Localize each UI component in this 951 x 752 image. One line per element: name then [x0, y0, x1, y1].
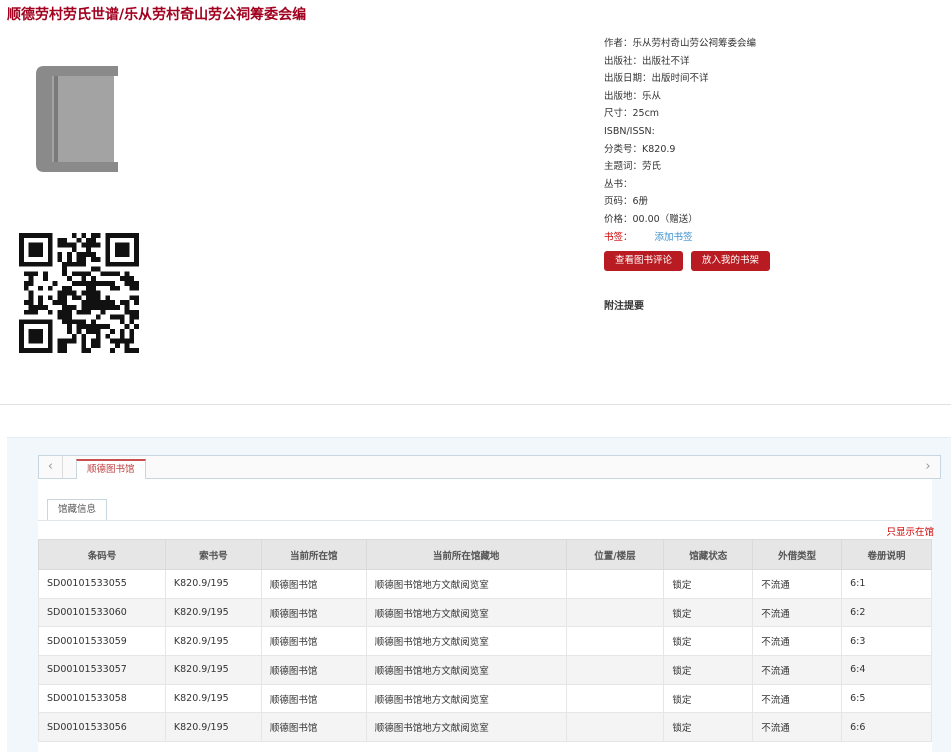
table-cell: 锁定 — [663, 626, 754, 657]
table-cell: 锁定 — [663, 683, 754, 714]
book-title: 顺德劳村劳氏世谱 — [7, 7, 119, 23]
table-cell: SD00101533060 — [38, 597, 166, 628]
table-cell: K820.9/195 — [164, 655, 262, 685]
table-cell: 不流通 — [752, 655, 843, 685]
table-cell: 6:6 — [841, 712, 932, 743]
table-cell — [565, 712, 665, 743]
column-header: 当前所在馆 — [260, 539, 367, 570]
table-row: SD00101533056 K820.9/195 顺德图书馆 顺德图书馆地方文献阅览室… — [38, 712, 932, 743]
tab-library[interactable]: 顺德图书馆 — [76, 459, 146, 479]
table-row: SD00101533058 K820.9/195 顺德图书馆 顺德图书馆地方文献阅览室… — [38, 683, 932, 714]
table-cell: SD00101533057 — [38, 655, 166, 685]
meta-bookmark: 书签： 添加书签 — [604, 229, 944, 247]
book-metadata: 作者：乐从劳村奇山劳公祠筹委会编 出版社：出版社不详 出版日期：出版时间不详 出… — [604, 35, 944, 312]
table-cell: 顺德图书馆 — [260, 655, 367, 685]
table-cell: 锁定 — [663, 712, 754, 743]
table-header-row: 条码号 索书号 当前所在馆 当前所在馆藏地 位置/楼层 馆藏状态 外借类型 卷册说明 — [38, 539, 932, 570]
table-row: SD00101533060 K820.9/195 顺德图书馆 顺德图书馆地方文献阅览室… — [38, 597, 932, 628]
table-cell — [565, 626, 665, 657]
table-cell: 顺德图书馆 — [260, 569, 367, 599]
meta-author: 作者：乐从劳村奇山劳公祠筹委会编 — [604, 38, 757, 49]
meta-price: 价格：00.00（赠送） — [604, 213, 698, 225]
table-cell: 顺德图书馆地方文献阅览室 — [365, 655, 567, 685]
book-icon — [36, 66, 118, 172]
column-header: 当前所在馆藏地 — [365, 539, 567, 570]
table-cell: 顺德图书馆 — [260, 626, 367, 657]
table-cell: 6:2 — [841, 597, 932, 628]
table-cell: SD00101533058 — [38, 683, 166, 714]
table-cell — [565, 655, 665, 685]
meta-subject: 主题词：劳氏 — [604, 161, 662, 173]
column-header: 卷册说明 — [841, 539, 932, 570]
page-title: 顺德劳村劳氏世谱/乐从劳村奇山劳公祠筹委会编 — [7, 4, 306, 24]
table-cell: K820.9/195 — [164, 626, 262, 657]
meta-series: 丛书： — [604, 178, 633, 190]
bookmark-label: 书签： — [604, 231, 633, 243]
table-cell: 不流通 — [752, 712, 843, 743]
holdings-content: 馆藏信息 只显示在馆 条码号 索书号 当前所在馆 当前所在馆藏地 位置/楼层 馆藏状态 外借… — [38, 479, 934, 752]
table-cell: K820.9/195 — [164, 683, 262, 714]
meta-pubdate: 出版日期：出版时间不详 — [604, 73, 709, 85]
table-cell: SD00101533055 — [38, 569, 166, 599]
column-header: 条码号 — [38, 539, 166, 570]
table-row: SD00101533055 K820.9/195 顺德图书馆 顺德图书馆地方文献阅览室… — [38, 569, 932, 599]
table-cell: 顺德图书馆 — [260, 712, 367, 743]
action-buttons: 查看图书评论 放入我的书架 — [604, 251, 944, 272]
table-cell: 顺德图书馆地方文献阅览室 — [365, 712, 567, 743]
chevron-left-icon[interactable]: ‹ — [39, 456, 63, 478]
qr-code-icon — [19, 233, 139, 353]
table-cell: 6:1 — [841, 569, 932, 599]
table-cell: 不流通 — [752, 626, 843, 657]
meta-publisher: 出版社：出版社不详 — [604, 55, 690, 67]
table-cell: 6:5 — [841, 683, 932, 714]
table-cell: 6:3 — [841, 626, 932, 657]
table-cell: SD00101533056 — [38, 712, 166, 743]
table-cell: 顺德图书馆地方文献阅览室 — [365, 597, 567, 628]
table-row: SD00101533057 K820.9/195 顺德图书馆 顺德图书馆地方文献阅览室… — [38, 655, 932, 685]
meta-pages: 页码：6册 — [604, 196, 649, 208]
column-header: 馆藏状态 — [663, 539, 754, 570]
notes-heading: 附注提要 — [604, 301, 644, 313]
table-cell — [565, 597, 665, 628]
column-header: 索书号 — [164, 539, 262, 570]
add-bookmark-link[interactable]: 添加书签 — [655, 232, 693, 243]
column-header: 外借类型 — [752, 539, 843, 570]
holdings-panel: ‹ 顺德图书馆 › 馆藏信息 只显示在馆 条码号 索书号 当前所在馆 当前所在馆藏地位… — [7, 437, 951, 752]
table-cell: K820.9/195 — [164, 712, 262, 743]
holdings-table: 条码号 索书号 当前所在馆 当前所在馆藏地 位置/楼层 馆藏状态 外借类型 卷册说明 SD00… — [38, 539, 932, 743]
table-cell: 锁定 — [663, 597, 754, 628]
meta-isbn: ISBN/ISSN: — [604, 125, 655, 137]
view-reviews-button[interactable]: 查看图书评论 — [604, 251, 684, 272]
table-cell: 不流通 — [752, 597, 843, 628]
table-cell: 顺德图书馆地方文献阅览室 — [365, 626, 567, 657]
section-divider — [0, 404, 951, 405]
meta-class: 分类号：K820.9 — [604, 143, 676, 155]
table-cell: 不流通 — [752, 569, 843, 599]
table-cell — [565, 683, 665, 714]
table-cell: 不流通 — [752, 683, 843, 714]
table-cell: K820.9/195 — [164, 569, 262, 599]
table-cell: 锁定 — [663, 655, 754, 685]
meta-size: 尺寸：25cm — [604, 108, 660, 120]
table-cell: 6:4 — [841, 655, 932, 685]
tab-holdings-info[interactable]: 馆藏信息 — [47, 499, 108, 521]
table-cell: K820.9/195 — [164, 597, 262, 628]
only-show-available-link[interactable]: 只显示在馆 — [886, 524, 934, 538]
meta-place: 出版地：乐从 — [604, 90, 662, 102]
library-tabstrip: ‹ 顺德图书馆 › — [38, 455, 941, 479]
table-cell: 顺德图书馆地方文献阅览室 — [365, 683, 567, 714]
table-row: SD00101533059 K820.9/195 顺德图书馆 顺德图书馆地方文献阅览室… — [38, 626, 932, 657]
table-cell: 顺德图书馆地方文献阅览室 — [365, 569, 567, 599]
add-to-shelf-button[interactable]: 放入我的书架 — [691, 251, 771, 272]
table-cell: 顺德图书馆 — [260, 597, 367, 628]
chevron-right-icon[interactable]: › — [916, 456, 940, 478]
table-cell — [565, 569, 665, 599]
subtab-divider — [38, 520, 932, 521]
column-header: 位置/楼层 — [565, 539, 665, 570]
table-cell: SD00101533059 — [38, 626, 166, 657]
table-cell: 锁定 — [663, 569, 754, 599]
book-author: 乐从劳村奇山劳公祠筹委会编 — [124, 7, 307, 23]
table-cell: 顺德图书馆 — [260, 683, 367, 714]
